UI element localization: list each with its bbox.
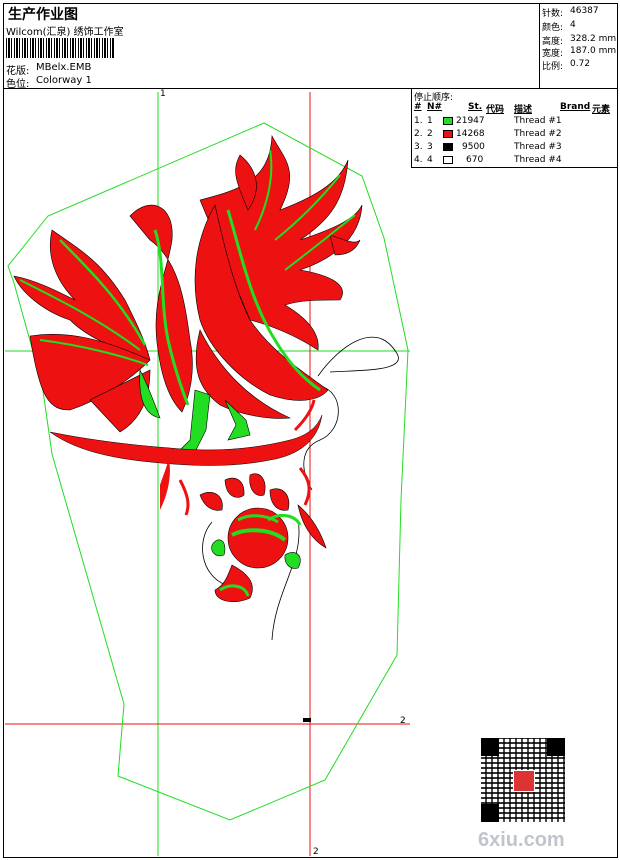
guide-label-2-bottom: 2 — [313, 847, 319, 857]
seal-icon — [513, 770, 535, 792]
origin-marker — [303, 718, 311, 722]
thread-curve — [317, 336, 399, 377]
watermark-text: 6xiu.com — [478, 829, 565, 851]
flower-motif — [199, 473, 327, 603]
guide-label-2-right: 2 — [400, 716, 406, 726]
design-canvas — [5, 92, 410, 856]
guide-label-1: 1 — [160, 89, 166, 99]
qr-code-icon — [481, 738, 565, 822]
